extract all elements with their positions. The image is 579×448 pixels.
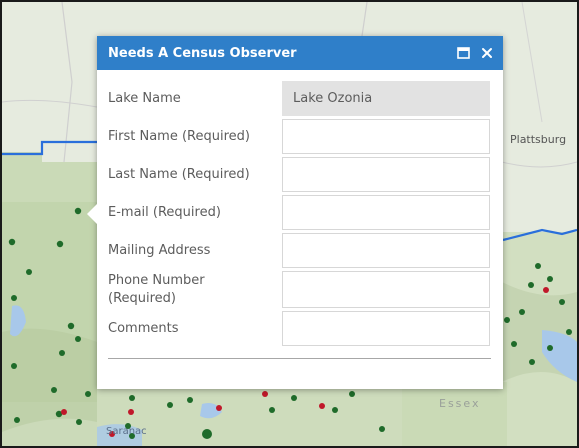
field-row-comments: Comments	[108, 311, 491, 346]
first-name-cell	[282, 119, 491, 154]
field-row-email: E-mail (Required)	[108, 195, 491, 230]
comments-label: Comments	[108, 320, 179, 336]
comments-input[interactable]	[282, 311, 490, 346]
mailing-address-input[interactable]	[282, 233, 490, 268]
mailing-address-cell	[282, 233, 491, 268]
phone-cell	[282, 271, 491, 308]
popup-header: Needs A Census Observer	[97, 36, 503, 70]
email-input[interactable]	[282, 195, 490, 230]
email-label: E-mail (Required)	[108, 204, 221, 220]
phone-label: Phone Number (Required)	[108, 272, 205, 306]
email-cell	[282, 195, 491, 230]
comments-cell	[282, 311, 491, 346]
popup-body: Lake Name Lake Ozonia First Name (Requir…	[97, 70, 503, 359]
observer-form: Lake Name Lake Ozonia First Name (Requir…	[108, 78, 491, 349]
first-name-input[interactable]	[282, 119, 490, 154]
popup-pointer	[87, 204, 97, 224]
mailing-address-label: Mailing Address	[108, 242, 211, 258]
form-divider	[108, 358, 491, 359]
phone-input[interactable]	[282, 271, 490, 308]
census-observer-popup: Needs A Census Observer Lake Name Lake O…	[87, 36, 503, 389]
maximize-icon[interactable]	[457, 47, 470, 59]
popup-title: Needs A Census Observer	[108, 45, 297, 61]
last-name-label: Last Name (Required)	[108, 166, 250, 182]
map-label-essex: Essex	[439, 397, 481, 410]
lake-name-label: Lake Name	[108, 90, 181, 106]
field-row-first-name: First Name (Required)	[108, 119, 491, 154]
field-row-mailing-address: Mailing Address	[108, 233, 491, 268]
map-label-plattsburgh: Plattsburg	[510, 133, 567, 146]
last-name-input[interactable]	[282, 157, 490, 192]
last-name-cell	[282, 157, 491, 192]
map-frame: Plattsburg Essex Saranac Needs A Census …	[0, 0, 579, 448]
map-label-saranac: Saranac	[106, 426, 147, 437]
lake-name-value: Lake Ozonia	[282, 81, 490, 116]
first-name-label: First Name (Required)	[108, 128, 250, 144]
lake-name-cell: Lake Ozonia	[282, 81, 491, 116]
field-row-phone: Phone Number (Required)	[108, 271, 491, 308]
phone-label-cell: Phone Number (Required)	[108, 271, 282, 308]
field-row-last-name: Last Name (Required)	[108, 157, 491, 192]
popup-header-actions	[457, 47, 493, 59]
field-row-lake-name: Lake Name Lake Ozonia	[108, 81, 491, 116]
close-icon[interactable]	[481, 47, 493, 59]
